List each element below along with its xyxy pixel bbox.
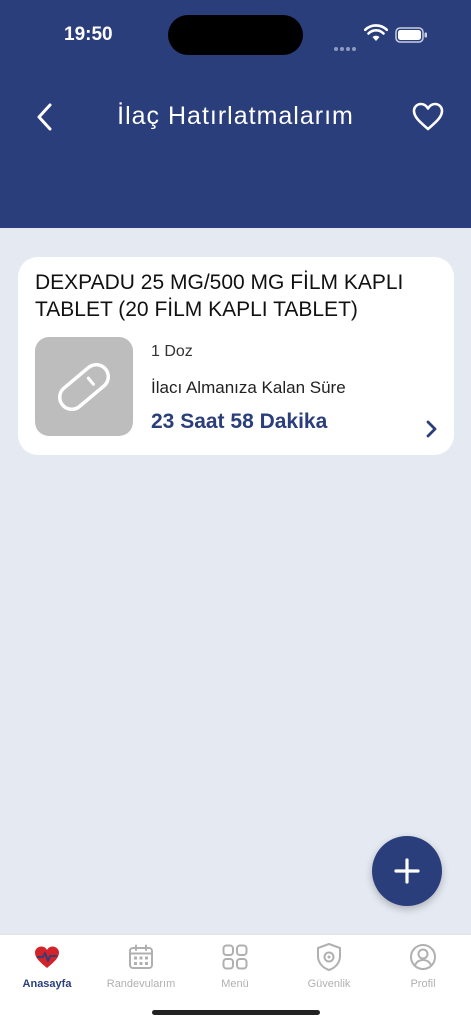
status-time: 19:50: [64, 24, 113, 45]
grid-icon: [220, 942, 250, 972]
app-header: 19:50 İlaç Hatırlatmalarım: [0, 0, 471, 228]
tab-label: Güvenlik: [307, 978, 351, 990]
remaining-time-label: İlacı Almanıza Kalan Süre: [151, 378, 346, 397]
page-title: İlaç Hatırlatmalarım: [117, 102, 354, 130]
home-indicator: [152, 1010, 320, 1015]
user-icon: [408, 942, 438, 972]
pill-image: [35, 337, 133, 436]
shield-gear-icon: [314, 942, 344, 972]
medicine-name: DEXPADU 25 MG/500 MG FİLM KAPLI TABLET (…: [35, 271, 404, 321]
tab-label: Profil: [410, 978, 436, 990]
battery-icon: [395, 27, 427, 43]
home-heart-icon: [32, 942, 62, 972]
pill-icon: [57, 362, 111, 411]
wifi-icon: [364, 24, 388, 41]
heart-icon: [412, 102, 444, 131]
chevron-right-icon[interactable]: [421, 418, 441, 440]
add-reminder-button[interactable]: [372, 836, 442, 906]
tab-guvenlik[interactable]: Güvenlik: [282, 935, 376, 995]
remaining-time-value: 23 Saat 58 Dakika: [151, 410, 328, 433]
dose-text: 1 Doz: [151, 343, 193, 360]
plus-icon: [394, 858, 420, 884]
tab-label: Menü: [221, 978, 249, 990]
cellular-icon: [334, 38, 358, 51]
calendar-icon: [126, 942, 156, 972]
reminder-card[interactable]: DEXPADU 25 MG/500 MG FİLM KAPLI TABLET (…: [18, 257, 454, 455]
tab-profil[interactable]: Profil: [376, 935, 470, 995]
tab-menu[interactable]: Menü: [188, 935, 282, 995]
favorite-button[interactable]: [410, 100, 446, 134]
tab-randevularim[interactable]: Randevularım: [94, 935, 188, 995]
tab-anasayfa[interactable]: Anasayfa: [0, 935, 94, 995]
tab-label: Randevularım: [106, 978, 176, 990]
tab-label: Anasayfa: [22, 978, 72, 990]
dynamic-island: [168, 15, 303, 55]
